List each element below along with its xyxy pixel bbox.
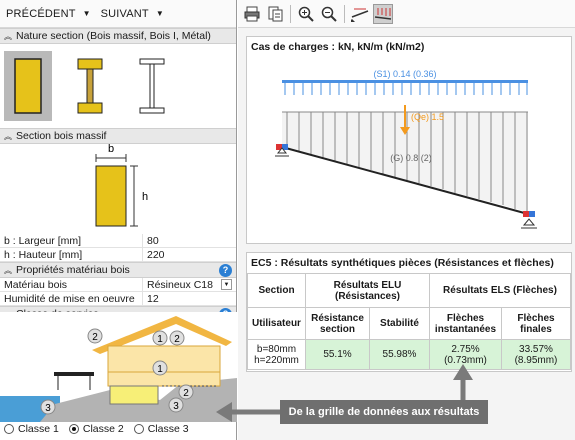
property-row-humidity: Humidité de mise en oeuvre 12: [0, 292, 236, 306]
cell-final-deflection[interactable]: 33.57% (8.95mm): [501, 339, 571, 370]
header-user: Utilisateur: [247, 307, 306, 340]
radio-button[interactable]: [4, 424, 14, 434]
section-title-materiau: Propriétés matériau bois: [16, 264, 130, 276]
property-label: b : Largeur [mm]: [0, 234, 143, 247]
solid-wood-icon: [14, 58, 42, 114]
cell-resistance[interactable]: 55.1%: [305, 339, 370, 370]
header-stability: Stabilité: [369, 307, 430, 340]
service-class-illustration: 2 1 2 1 2 3 3: [0, 312, 237, 422]
radio-classe-3[interactable]: Classe 3: [133, 423, 189, 435]
i-joist-icon: [77, 58, 103, 114]
next-button[interactable]: SUIVANT: [101, 8, 149, 20]
radio-label: Classe 1: [18, 423, 59, 435]
radio-label: Classe 2: [82, 423, 124, 435]
property-label: Humidité de mise en oeuvre: [0, 292, 143, 305]
material-select-value: Résineux C18: [147, 278, 213, 291]
i-joist-type-tile[interactable]: [66, 51, 114, 121]
property-label: Matériau bois: [0, 278, 143, 291]
radio-label: Classe 3: [147, 423, 189, 435]
nav-bar: PRÉCÉDENT ▼ SUIVANT ▼: [0, 0, 236, 28]
class-badge-3: 3: [45, 403, 51, 414]
results-table: Section Résultats ELU (Résistances) Résu…: [247, 273, 571, 370]
beam-view-icon[interactable]: [350, 4, 370, 24]
load-diagram: (S1) 0.14 (0.36) (G) 0.8 (2) (Qe) 1.5: [275, 69, 537, 229]
section-header-materiau[interactable]: ︽ Propriétés matériau bois ?: [0, 262, 236, 278]
section-type-selector: [0, 44, 236, 128]
radio-classe-2[interactable]: Classe 2: [68, 423, 124, 435]
print-icon[interactable]: [242, 4, 262, 24]
header-instant-deflection: Flèches instantanées: [429, 307, 502, 340]
steel-i-type-tile[interactable]: [128, 51, 176, 121]
class-badge-2: 2: [174, 334, 180, 345]
header-section: Section: [247, 273, 306, 308]
section-header-bois-massif[interactable]: ︽ Section bois massif: [0, 128, 236, 144]
snow-load-label: (S1) 0.14 (0.36): [373, 69, 436, 79]
collapse-chevron-icon[interactable]: ︽: [0, 131, 16, 142]
annotation-callout: De la grille de données aux résultats: [280, 400, 488, 424]
material-select[interactable]: Résineux C18 ▼: [143, 278, 236, 291]
cell-stability[interactable]: 55.98%: [369, 339, 430, 370]
solid-wood-type-tile[interactable]: [4, 51, 52, 121]
height-input[interactable]: 220: [143, 248, 236, 261]
load-panel-title: Cas de charges : kN, kN/m (kN/m2): [251, 41, 425, 53]
results-panel: EC5 : Résultats synthétiques pièces (Rés…: [246, 252, 572, 372]
left-pane: PRÉCÉDENT ▼ SUIVANT ▼ ︽ Nature section (…: [0, 0, 237, 440]
class-badge-1: 1: [157, 334, 163, 345]
zoom-in-icon[interactable]: [296, 4, 316, 24]
service-class-radio-group: Classe 1 Classe 2 Classe 3: [4, 423, 189, 435]
radio-button[interactable]: [68, 424, 79, 434]
previous-button[interactable]: PRÉCÉDENT: [6, 8, 76, 20]
chevron-down-icon[interactable]: ▼: [221, 279, 232, 290]
class-badge-2: 2: [92, 332, 98, 343]
point-load-label: (Qe) 1.5: [411, 112, 444, 122]
humidity-input[interactable]: 12: [143, 292, 236, 305]
class-badge-3: 3: [173, 401, 179, 412]
property-row-material: Matériau bois Résineux C18 ▼: [0, 278, 236, 292]
export-document-icon[interactable]: [265, 4, 285, 24]
header-final-deflection: Flèches finales: [501, 307, 571, 340]
results-title: EC5 : Résultats synthétiques pièces (Rés…: [251, 257, 554, 269]
class-badge-1: 1: [157, 364, 163, 375]
next-dropdown-icon[interactable]: ▼: [156, 9, 164, 18]
right-pane: Cas de charges : kN, kN/m (kN/m2) (S1) 0…: [238, 0, 575, 440]
zoom-out-icon[interactable]: [319, 4, 339, 24]
section-header-nature[interactable]: ︽ Nature section (Bois massif, Bois I, M…: [0, 28, 236, 44]
collapse-chevron-icon[interactable]: ︽: [0, 265, 16, 276]
property-row-height: h : Hauteur [mm] 220: [0, 248, 236, 262]
header-els: Résultats ELS (Flèches): [429, 273, 571, 308]
class-badge-2: 2: [183, 388, 189, 399]
cross-section-drawing: b h: [95, 143, 148, 227]
property-label: h : Hauteur [mm]: [0, 248, 143, 261]
previous-dropdown-icon[interactable]: ▼: [83, 9, 91, 18]
radio-button[interactable]: [133, 424, 144, 434]
property-row-width: b : Largeur [mm] 80: [0, 234, 236, 248]
width-input[interactable]: 80: [143, 234, 236, 247]
section-title-bois-massif: Section bois massif: [16, 130, 107, 142]
h-dimension-label: h: [142, 191, 148, 203]
dead-load-label: (G) 0.8 (2): [390, 153, 432, 163]
toolbar-separator: [344, 4, 345, 23]
row-section-dims[interactable]: b=80mm h=220mm: [247, 339, 306, 370]
b-dimension-label: b: [108, 144, 114, 155]
toolbar-separator: [290, 4, 291, 23]
section-title-nature: Nature section (Bois massif, Bois I, Mét…: [16, 30, 211, 42]
header-elu: Résultats ELU (Résistances): [305, 273, 430, 308]
cell-instant-deflection[interactable]: 2.75% (0.73mm): [429, 339, 502, 370]
loads-view-icon[interactable]: [373, 3, 393, 24]
help-icon[interactable]: ?: [219, 264, 232, 277]
load-diagram-panel: Cas de charges : kN, kN/m (kN/m2) (S1) 0…: [246, 36, 572, 244]
header-resistance: Résistance section: [305, 307, 370, 340]
radio-classe-1[interactable]: Classe 1: [4, 423, 59, 435]
section-diagram: b h: [0, 143, 236, 234]
steel-i-beam-icon: [139, 58, 165, 114]
collapse-chevron-icon[interactable]: ︽: [0, 31, 16, 42]
toolbar: [238, 0, 575, 28]
